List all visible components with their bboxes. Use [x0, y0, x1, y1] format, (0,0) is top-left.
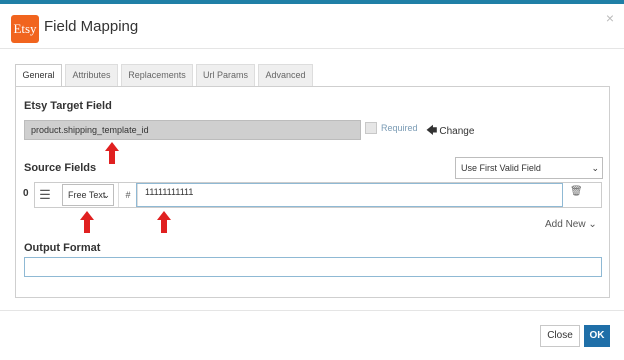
tab-attributes[interactable]: Attributes [65, 64, 118, 86]
add-new-button[interactable]: Add New ⌄ [545, 219, 597, 230]
tab-general[interactable]: General [15, 64, 62, 87]
source-value-input[interactable]: 11111111111 [136, 183, 563, 207]
close-icon[interactable]: × [606, 10, 614, 26]
dialog-title: Field Mapping [44, 18, 139, 35]
chevron-down-icon: ⌄ [591, 163, 599, 173]
red-arrow-annotation [80, 211, 94, 233]
change-link[interactable]: 🡄 Change [426, 122, 474, 141]
source-type-select[interactable]: Free Text ⌄ [62, 184, 114, 206]
red-arrow-annotation [105, 142, 119, 164]
change-label: Change [439, 126, 475, 137]
ok-button[interactable]: OK [584, 325, 610, 347]
trash-icon[interactable]: 🗑 [570, 186, 583, 197]
source-fields-heading: Source Fields [24, 162, 97, 174]
tab-advanced[interactable]: Advanced [258, 64, 313, 86]
red-arrow-annotation [157, 211, 171, 233]
dialog-header: Etsy Field Mapping × [0, 4, 624, 49]
close-button[interactable]: Close [540, 325, 580, 347]
footer-divider [0, 310, 624, 311]
prefix-label: # [118, 183, 138, 207]
tab-url-params[interactable]: Url Params [196, 64, 255, 86]
strategy-select-value: Use First Valid Field [461, 163, 541, 173]
target-field-heading: Etsy Target Field [24, 100, 112, 112]
tab-replacements[interactable]: Replacements [121, 64, 193, 86]
add-new-label: Add New [545, 219, 586, 230]
arrow-left-icon: 🡄 [426, 125, 438, 137]
required-label: Required [381, 123, 418, 133]
chevron-down-icon: ⌄ [102, 190, 110, 200]
required-checkbox[interactable] [365, 122, 377, 134]
row-index: 0 [23, 188, 29, 199]
output-format-input[interactable] [24, 257, 602, 277]
etsy-logo: Etsy [11, 15, 39, 43]
chevron-down-icon: ⌄ [588, 219, 597, 230]
strategy-select[interactable]: Use First Valid Field ⌄ [455, 157, 603, 179]
target-field-input[interactable]: product.shipping_template_id [24, 120, 361, 140]
hamburger-icon[interactable]: ☰ [37, 187, 53, 203]
source-type-value: Free Text [68, 190, 106, 200]
output-format-heading: Output Format [24, 242, 101, 254]
